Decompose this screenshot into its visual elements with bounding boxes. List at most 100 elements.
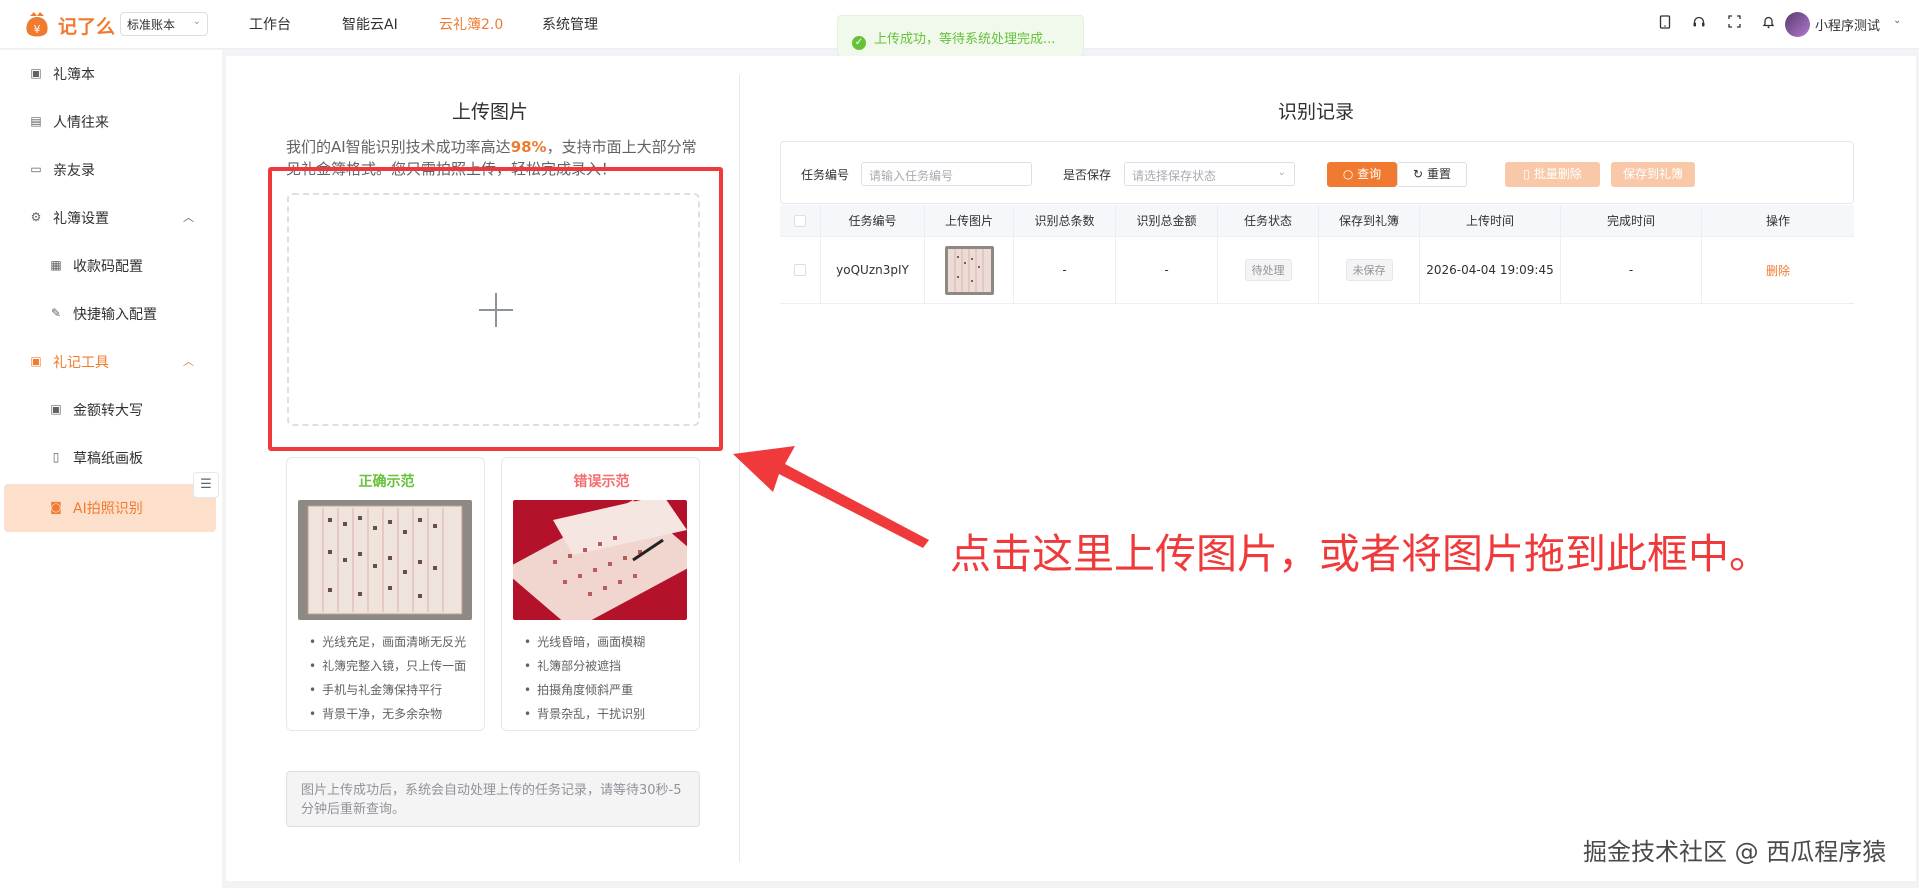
- chevron-down-icon: ⌄: [192, 16, 201, 27]
- wrong-example-card: 错误示范 光线昏暗，画面模糊 礼簿部分被遮挡 拍摄角度倾斜严重 背景杂乱，干扰识…: [501, 457, 700, 731]
- saved-badge: 未保存: [1345, 259, 1393, 281]
- delete-link[interactable]: 删除: [1766, 262, 1790, 279]
- column-header: 保存到礼簿: [1319, 205, 1420, 236]
- nav-workbench[interactable]: 工作台: [249, 14, 291, 34]
- correct-example-title: 正确示范: [358, 474, 415, 490]
- document-icon: ▯: [52, 450, 60, 464]
- check-circle-icon: ✓: [852, 36, 866, 50]
- sidebar-item-label: 礼簿本: [53, 67, 95, 83]
- sidebar-group-book-settings[interactable]: ⚙ 礼簿设置 ︿: [0, 194, 222, 242]
- sidebar-item-label: 亲友录: [53, 163, 95, 179]
- sidebar-item-gift-book[interactable]: ▣ 礼簿本: [0, 50, 222, 98]
- username[interactable]: 小程序测试: [1815, 15, 1880, 34]
- finish-time-cell: -: [1561, 237, 1702, 303]
- wrong-example-image: [513, 500, 687, 620]
- folder-icon: ▭: [30, 162, 42, 176]
- task-no-placeholder: 请输入任务编号: [869, 169, 954, 183]
- upload-title: 上传图片: [452, 101, 529, 123]
- records-title: 识别记录: [1278, 101, 1355, 123]
- annotation-text: 点击这里上传图片，或者将图片拖到此框中。: [950, 530, 1770, 578]
- nav-cloud-gift-book[interactable]: 云礼簿2.0: [439, 14, 503, 34]
- sidebar-item-label: 金额转大写: [73, 403, 143, 419]
- sidebar-group-gift-tools[interactable]: ▣ 礼记工具 ︿: [0, 338, 222, 386]
- sidebar-collapse-button[interactable]: ☰: [193, 472, 219, 498]
- sidebar-item-ai-photo-recognition[interactable]: ◙ AI拍照识别: [4, 484, 216, 532]
- column-header: 上传图片: [925, 205, 1014, 236]
- column-header: 上传时间: [1420, 205, 1561, 236]
- uploaded-image-thumbnail[interactable]: [944, 245, 994, 295]
- task-no-input[interactable]: 请输入任务编号: [861, 162, 1032, 186]
- saved-cell: 未保存: [1319, 237, 1420, 303]
- total-amount-cell: -: [1116, 237, 1218, 303]
- batch-delete-label: 批量删除: [1533, 167, 1582, 181]
- upload-tip: 图片上传成功后，系统会自动处理上传的任务记录，请等待30秒-5分钟后重新查询。: [286, 771, 700, 827]
- sidebar-item-draft-board[interactable]: ▯ 草稿纸画板: [0, 434, 222, 482]
- chevron-down-icon: ⌄: [1277, 167, 1286, 178]
- desc-text: 我们的AI智能识别技术成功率高达: [286, 138, 511, 156]
- toolbox-icon: ▣: [30, 354, 42, 368]
- sidebar-item-label: 快捷输入配置: [73, 307, 157, 323]
- camera-icon: ◙: [50, 500, 62, 514]
- success-toast: ✓ 上传成功，等待系统处理完成...: [837, 15, 1084, 57]
- column-header: 识别总条数: [1014, 205, 1116, 236]
- table-header: 任务编号 上传图片 识别总条数 识别总金额 任务状态 保存到礼簿 上传时间 完成…: [780, 205, 1854, 237]
- sidebar-item-label: 礼簿设置: [53, 211, 109, 227]
- image-upload-dropzone[interactable]: [287, 193, 700, 426]
- ledger-select-value: 标准账本: [127, 18, 176, 32]
- exchange-icon: ▤: [30, 114, 42, 128]
- action-cell: 删除: [1702, 237, 1854, 303]
- select-all-cell: [780, 205, 821, 236]
- toast-message: 上传成功，等待系统处理完成...: [874, 32, 1056, 47]
- ledger-select[interactable]: 标准账本 ⌄: [120, 12, 208, 36]
- list-item: 拍摄角度倾斜严重: [524, 678, 645, 702]
- sidebar-item-contacts[interactable]: ▭ 亲友录: [0, 146, 222, 194]
- correct-example-list: 光线充足，画面清晰无反光 礼簿完整入镜，只上传一面 手机与礼金簿保持平行 背景干…: [309, 630, 466, 726]
- edit-icon: ✎: [50, 306, 62, 320]
- annotation-arrow: [733, 446, 929, 548]
- batch-delete-button[interactable]: ▯ 批量删除: [1505, 162, 1600, 187]
- column-header: 完成时间: [1561, 205, 1702, 236]
- watermark: 掘金技术社区 @ 西瓜程序猿: [1583, 838, 1887, 866]
- sidebar-item-quick-input-config[interactable]: ✎ 快捷输入配置: [0, 290, 222, 338]
- headset-icon[interactable]: [1690, 15, 1708, 33]
- book-icon: ▣: [30, 66, 42, 80]
- column-header: 任务编号: [821, 205, 925, 236]
- nav-system-management[interactable]: 系统管理: [542, 14, 598, 34]
- saved-status-select[interactable]: 请选择保存状态 ⌄: [1124, 162, 1295, 186]
- sidebar-item-favors[interactable]: ▤ 人情往来: [0, 98, 222, 146]
- task-no-cell: yoQUzn3pIY: [821, 237, 925, 303]
- list-item: 手机与礼金簿保持平行: [309, 678, 466, 702]
- row-checkbox[interactable]: [794, 264, 806, 276]
- sidebar-item-label: 礼记工具: [53, 355, 109, 371]
- fullscreen-icon[interactable]: [1725, 15, 1743, 33]
- nav-smart-cloud-ai[interactable]: 智能云AI: [342, 14, 398, 34]
- select-all-checkbox[interactable]: [794, 214, 806, 227]
- list-item: 背景干净，无多余杂物: [309, 702, 466, 726]
- status-badge: 待处理: [1244, 259, 1292, 281]
- logo-icon: ¥: [26, 12, 48, 37]
- tablet-icon[interactable]: [1656, 15, 1674, 33]
- list-item: 礼簿完整入镜，只上传一面: [309, 654, 466, 678]
- list-item: 光线充足，画面清晰无反光: [309, 630, 466, 654]
- chevron-up-icon: ︿: [183, 355, 194, 368]
- brand-name: 记了么: [58, 16, 116, 38]
- wrong-example-list: 光线昏暗，画面模糊 礼簿部分被遮挡 拍摄角度倾斜严重 背景杂乱，干扰识别: [524, 630, 645, 726]
- reset-label: 重置: [1426, 167, 1451, 181]
- upload-description: 我们的AI智能识别技术成功率高达98%，支持市面上大部分常见礼金簿格式。您只需拍…: [286, 136, 706, 180]
- chevron-down-icon[interactable]: ⌄: [1893, 15, 1901, 26]
- save-to-book-button[interactable]: 保存到礼簿: [1611, 162, 1695, 187]
- chevron-up-icon: ︿: [183, 211, 194, 224]
- sidebar-item-qrcode-config[interactable]: ▦ 收款码配置: [0, 242, 222, 290]
- qrcode-icon: ▦: [50, 258, 62, 272]
- trash-icon: ▯: [1523, 167, 1530, 181]
- reset-button[interactable]: ↻ 重置: [1397, 162, 1467, 187]
- query-label: 查询: [1357, 167, 1382, 181]
- avatar[interactable]: [1785, 12, 1810, 37]
- column-header: 任务状态: [1218, 205, 1319, 236]
- bell-icon[interactable]: [1759, 15, 1777, 33]
- saved-placeholder: 请选择保存状态: [1132, 169, 1217, 183]
- row-select-cell: [780, 237, 821, 303]
- wrong-example-title: 错误示范: [573, 474, 630, 490]
- sidebar-item-amount-uppercase[interactable]: ▣ 金额转大写: [0, 386, 222, 434]
- query-button[interactable]: ○ 查询: [1327, 162, 1397, 187]
